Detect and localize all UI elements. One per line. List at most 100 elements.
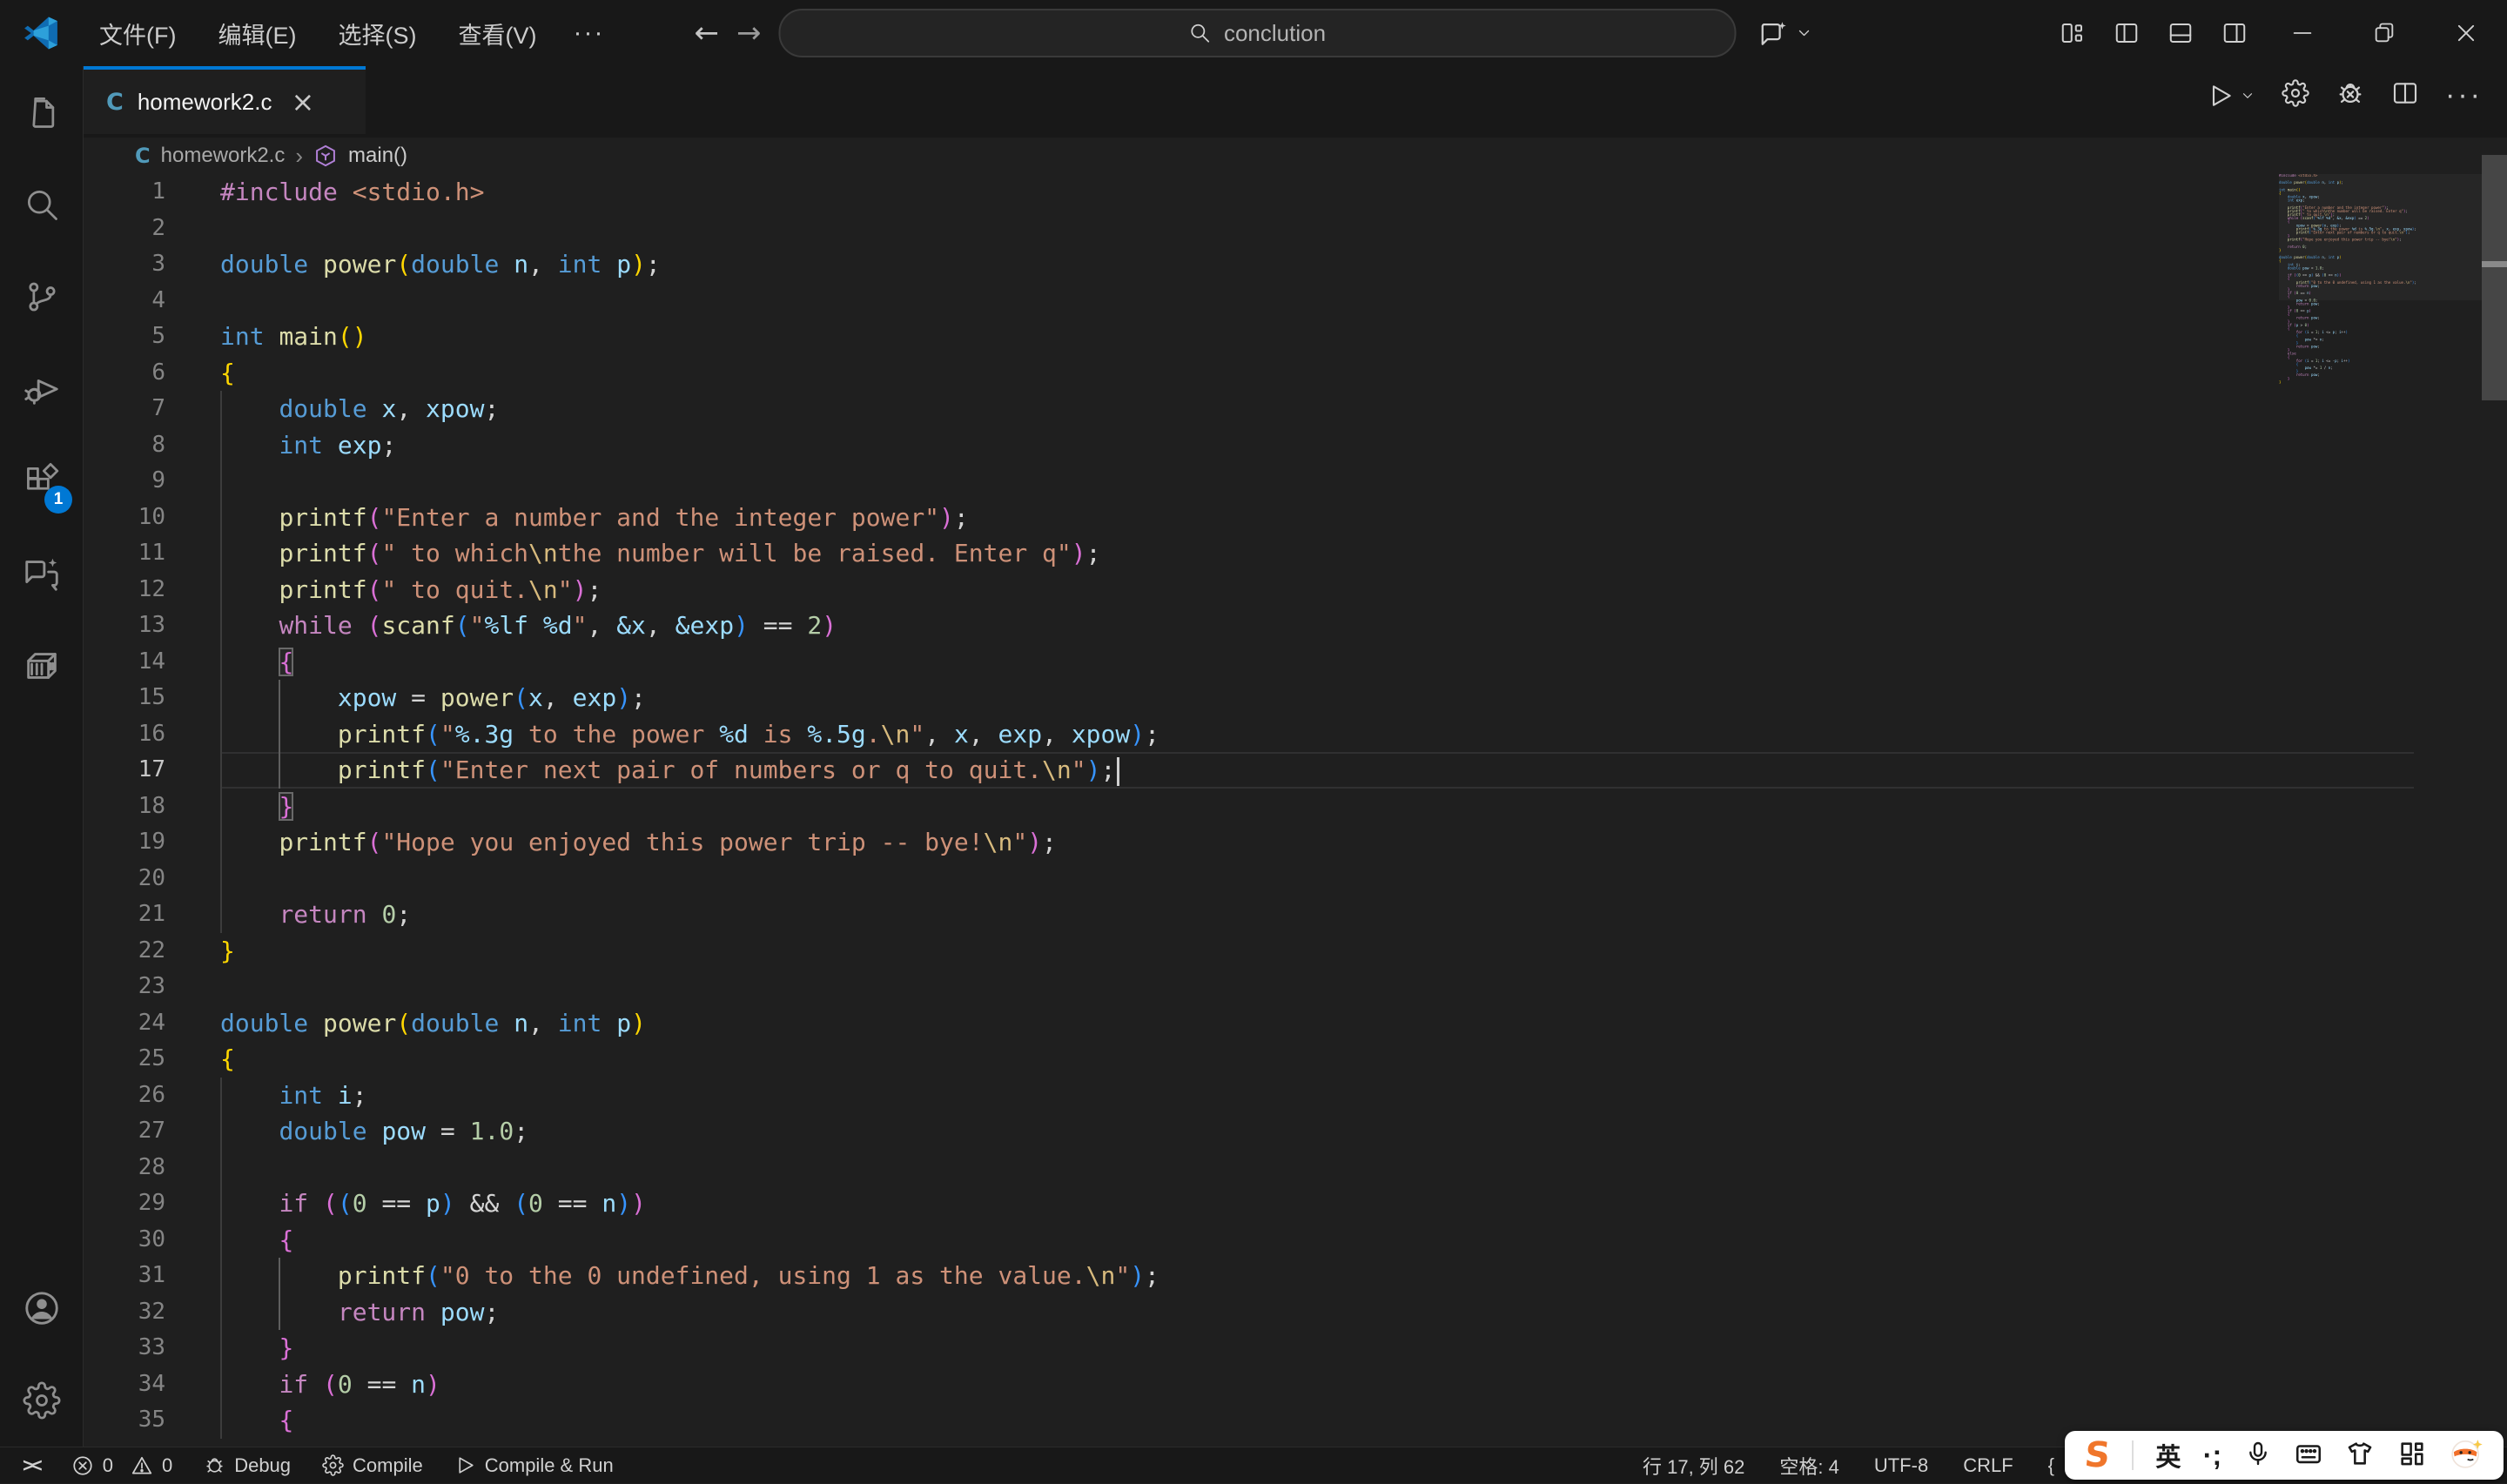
code-line[interactable]: 11 printf(" to which\nthe number will be… — [84, 535, 2507, 572]
token: 0 — [337, 1369, 353, 1399]
code-line[interactable]: 9 — [84, 463, 2507, 500]
toggle-panel-button[interactable] — [2154, 0, 2208, 66]
token: 0 — [352, 1189, 367, 1218]
problems-status[interactable]: 0 0 — [56, 1447, 189, 1484]
close-button[interactable] — [2425, 0, 2507, 66]
minimap[interactable]: #include <stdio.h> double power(double n… — [2279, 174, 2482, 574]
token: == — [748, 611, 808, 640]
code-line[interactable]: 31 printf("0 to the 0 undefined, using 1… — [84, 1258, 2507, 1294]
code-line[interactable]: 14 { — [84, 643, 2507, 680]
toggle-sidebar-button[interactable] — [2100, 0, 2154, 66]
code-line[interactable]: 32 return pow; — [84, 1293, 2507, 1330]
code-line[interactable]: 8 int exp; — [84, 426, 2507, 463]
sidebar-item-extensions[interactable]: 1 — [0, 435, 83, 527]
ime-keyboard-button[interactable] — [2294, 1439, 2323, 1473]
code-line[interactable]: 23 — [84, 969, 2507, 1005]
cursor-position[interactable]: 行 17, 列 62 — [1625, 1447, 1762, 1484]
copilot-menu-button[interactable] — [1759, 18, 1813, 48]
minimize-button[interactable] — [2262, 0, 2343, 66]
menu-item-3[interactable]: 查看(V) — [437, 0, 557, 66]
search-input[interactable]: conclution — [778, 9, 1737, 57]
close-icon — [2457, 24, 2475, 42]
code-line[interactable]: 34 if (0 == n) — [84, 1366, 2507, 1402]
sidebar-item-run-debug[interactable] — [0, 343, 83, 435]
tab-close-icon[interactable]: × — [291, 85, 314, 118]
menu-item-2[interactable]: 选择(S) — [317, 0, 437, 66]
code-line[interactable]: 19 printf("Hope you enjoyed this power t… — [84, 824, 2507, 861]
code-line[interactable]: 20 — [84, 860, 2507, 896]
code-line[interactable]: 13 while (scanf("%lf %d", &x, &exp) == 2… — [84, 608, 2507, 644]
language-mode-status[interactable]: { — [2031, 1447, 2054, 1484]
code-line[interactable]: 3 double power(double n, int p); — [84, 246, 2507, 283]
code-line[interactable]: 16 printf("%.3g to the power %d is %.5g.… — [84, 715, 2507, 752]
code-line-content: double power(double n, int p) — [220, 1005, 2414, 1042]
code-line[interactable]: 30 { — [84, 1221, 2507, 1258]
more-actions-icon[interactable]: ··· — [2445, 78, 2483, 112]
run-button[interactable] — [2207, 82, 2255, 110]
code-line[interactable]: 7 double x, xpow; — [84, 391, 2507, 427]
sidebar-item-chat[interactable] — [0, 527, 83, 620]
token: double — [411, 1008, 514, 1037]
tab-homework2[interactable]: C homework2.c × — [84, 66, 366, 134]
code-line[interactable]: 33 } — [84, 1330, 2507, 1366]
code-line[interactable]: 25 { — [84, 1041, 2507, 1078]
sidebar-item-search[interactable] — [0, 158, 83, 251]
menu-item-1[interactable]: 编辑(E) — [197, 0, 317, 66]
code-line[interactable]: 18 } — [84, 788, 2507, 824]
breadcrumb-file[interactable]: homework2.c — [161, 144, 286, 168]
token: printf — [337, 755, 427, 784]
settings-button[interactable] — [0, 1354, 83, 1447]
ime-assistant-button[interactable] — [2449, 1436, 2483, 1475]
code-line[interactable]: 21 return 0; — [84, 896, 2507, 933]
ime-toolbox-button[interactable] — [2397, 1439, 2427, 1473]
code-line[interactable]: 10 printf("Enter a number and the intege… — [84, 499, 2507, 535]
code-line[interactable]: 5 int main() — [84, 319, 2507, 355]
ime-punctuation-toggle[interactable]: ·; — [2203, 1440, 2221, 1472]
indentation-status[interactable]: 空格: 4 — [1762, 1447, 1856, 1484]
code-line[interactable]: 6{ — [84, 355, 2507, 392]
code-line[interactable]: 24 double power(double n, int p) — [84, 1005, 2507, 1042]
code-line[interactable]: 28 — [84, 1149, 2507, 1185]
ime-voice-button[interactable] — [2244, 1440, 2272, 1472]
code-editor[interactable]: 1 #include <stdio.h> 2 3 double power(double… — [84, 174, 2507, 1447]
code-line[interactable]: 17 printf("Enter next pair of numbers or… — [84, 752, 2507, 789]
code-line[interactable]: 2 — [84, 211, 2507, 247]
code-line[interactable]: 1 #include <stdio.h> — [84, 174, 2507, 211]
remote-indicator[interactable]: >< — [0, 1447, 56, 1484]
eol-status[interactable]: CRLF — [1946, 1447, 2030, 1484]
sidebar-item-containers[interactable] — [0, 620, 83, 712]
code-line[interactable]: 15 xpow = power(x, exp); — [84, 680, 2507, 716]
code-line[interactable]: 12 printf(" to quit.\n"); — [84, 571, 2507, 608]
menu-item-0[interactable]: 文件(F) — [78, 0, 197, 66]
sidebar-item-explorer[interactable] — [0, 66, 83, 158]
code-line[interactable]: 27 double pow = 1.0; — [84, 1113, 2507, 1150]
sidebar-item-source-control[interactable] — [0, 251, 83, 343]
line-number: 27 — [138, 1118, 165, 1144]
settings-gear-button[interactable] — [2282, 79, 2309, 111]
sogou-logo[interactable]: S — [2082, 1435, 2112, 1475]
token: && — [454, 1189, 514, 1218]
scrollbar-thumb[interactable] — [2482, 155, 2507, 400]
nav-forward-button[interactable]: → — [736, 16, 762, 50]
ime-language-toggle[interactable]: 英 — [2155, 1437, 2181, 1474]
code-line[interactable]: 22} — [84, 933, 2507, 970]
code-line[interactable]: 4 — [84, 283, 2507, 319]
customize-layout-button[interactable] — [2046, 0, 2100, 66]
breadcrumb-symbol[interactable]: main() — [348, 144, 407, 168]
toggle-secondary-sidebar-button[interactable] — [2208, 0, 2262, 66]
compile-run-status-button[interactable]: Compile & Run — [439, 1447, 629, 1484]
encoding-status[interactable]: UTF-8 — [1857, 1447, 1946, 1484]
code-line[interactable]: 26 int i; — [84, 1077, 2507, 1113]
token: ; — [645, 250, 661, 279]
account-button[interactable] — [0, 1262, 83, 1354]
compile-status-button[interactable]: Compile — [306, 1447, 439, 1484]
nav-back-button[interactable]: ← — [695, 16, 720, 50]
restore-button[interactable] — [2343, 0, 2425, 66]
split-editor-button[interactable] — [2391, 79, 2419, 111]
ime-skin-button[interactable] — [2345, 1439, 2375, 1473]
menu-overflow[interactable]: ··· — [557, 0, 620, 66]
error-count: 0 — [102, 1454, 113, 1476]
debug-button[interactable] — [2336, 78, 2365, 112]
code-line[interactable]: 29 if ((0 == p) && (0 == n)) — [84, 1185, 2507, 1222]
debug-status-button[interactable]: Debug — [188, 1447, 306, 1484]
